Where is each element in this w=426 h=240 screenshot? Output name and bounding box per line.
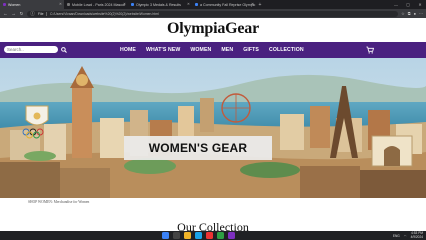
favorite-star-icon[interactable]: ☆ [401,11,405,16]
tab-title: a Community Fall Reprise Olympic [200,2,256,7]
taskbar-apps [162,232,235,239]
hero-illustration [0,58,426,198]
tab-title: Mobile Lowd - Paris 2024 Mascot [72,2,126,7]
nav-women[interactable]: WOMEN [185,47,216,53]
app-taskbar-icon[interactable] [217,232,224,239]
system-tray: ENG ◠ 4:53 PM 4/9/2024 [393,231,423,239]
start-icon[interactable] [162,232,169,239]
search-input[interactable] [4,46,58,53]
cart-button[interactable] [365,45,375,55]
info-icon[interactable]: ⓘ [30,11,35,17]
nav-men[interactable]: MEN [216,47,238,53]
nav-home[interactable]: HOME [115,47,141,53]
browser-taskbar-icon[interactable] [195,232,202,239]
maximize-icon[interactable]: ▢ [402,0,414,9]
close-tab-icon[interactable]: ✕ [187,2,190,6]
clock-date: 4/9/2024 [410,234,423,239]
wifi-icon[interactable]: ◠ [404,234,407,238]
app-taskbar-icon[interactable] [228,232,235,239]
url-scheme-label: File [38,11,44,16]
search-button[interactable] [60,45,68,54]
browser-tab-strip: Women ✕ Mobile Lowd - Paris 2024 Mascot … [0,0,426,9]
os-taskbar: ENG ◠ 4:53 PM 4/9/2024 [0,231,426,240]
cart-icon [366,46,374,54]
profile-icon[interactable]: ● [414,11,416,16]
section-title: Our Collection [177,220,249,231]
app-taskbar-icon[interactable] [206,232,213,239]
new-tab-icon[interactable]: + [256,0,264,9]
hero-banner: WOMEN'S GEAR [0,58,426,198]
tab-title: Women [8,2,21,7]
browser-tab[interactable]: a Community Fall Reprise Olympic ✕ [192,0,256,9]
site-brand[interactable]: OlympiaGear [0,20,426,38]
url-divider [46,11,47,16]
close-tab-icon[interactable]: ✕ [59,2,62,6]
close-tab-icon[interactable]: ✕ [123,2,126,6]
minimize-icon[interactable]: — [390,0,402,9]
browser-tab[interactable]: Mobile Lowd - Paris 2024 Mascot ✕ [64,0,128,9]
nav-whats-new[interactable]: WHAT'S NEW [141,47,185,53]
nav-collection[interactable]: COLLECTION [264,47,309,53]
tab-title: Olympic 3 Medals & Results [136,2,181,7]
search-icon [61,46,67,53]
window-controls: — ▢ ✕ [390,0,426,9]
breadcrumb: SHOP WOMEN: Merchandise for Women [28,200,90,204]
browser-tab-women[interactable]: Women ✕ [0,0,64,9]
close-tab-icon[interactable]: ✕ [251,2,254,6]
hero-title: WOMEN'S GEAR [124,136,272,160]
address-bar: ← → ↻ ⓘ File C:/Users/Vivaan/Downloads/w… [0,9,426,18]
page-favicon-icon [195,3,198,6]
back-icon[interactable]: ← [3,11,8,16]
url-text: C:/Users/Vivaan/Downloads/website%20(2)%… [49,11,159,16]
site-navbar: HOME WHAT'S NEW WOMEN MEN GIFTS COLLECTI… [0,42,426,58]
main-menu: HOME WHAT'S NEW WOMEN MEN GIFTS COLLECTI… [115,42,309,58]
language-indicator[interactable]: ENG [393,234,400,238]
page-favicon-icon [131,3,134,6]
browser-tab[interactable]: Olympic 3 Medals & Results ✕ [128,0,192,9]
forward-icon[interactable]: → [11,11,16,16]
url-field[interactable]: ⓘ File C:/Users/Vivaan/Downloads/website… [27,10,399,17]
nav-gifts[interactable]: GIFTS [238,47,264,53]
page-favicon-icon [3,3,6,6]
search-taskbar-icon[interactable] [173,232,180,239]
file-explorer-icon[interactable] [184,232,191,239]
clock[interactable]: 4:53 PM 4/9/2024 [410,231,423,239]
extensions-icon[interactable]: ⧉ [408,11,411,16]
more-menu-icon[interactable]: ⋯ [419,11,423,16]
page-favicon-icon [67,3,70,6]
refresh-icon[interactable]: ↻ [19,11,24,17]
close-window-icon[interactable]: ✕ [414,0,426,9]
page-viewport: OlympiaGear HOME WHAT'S NEW WOMEN MEN GI… [0,18,426,231]
